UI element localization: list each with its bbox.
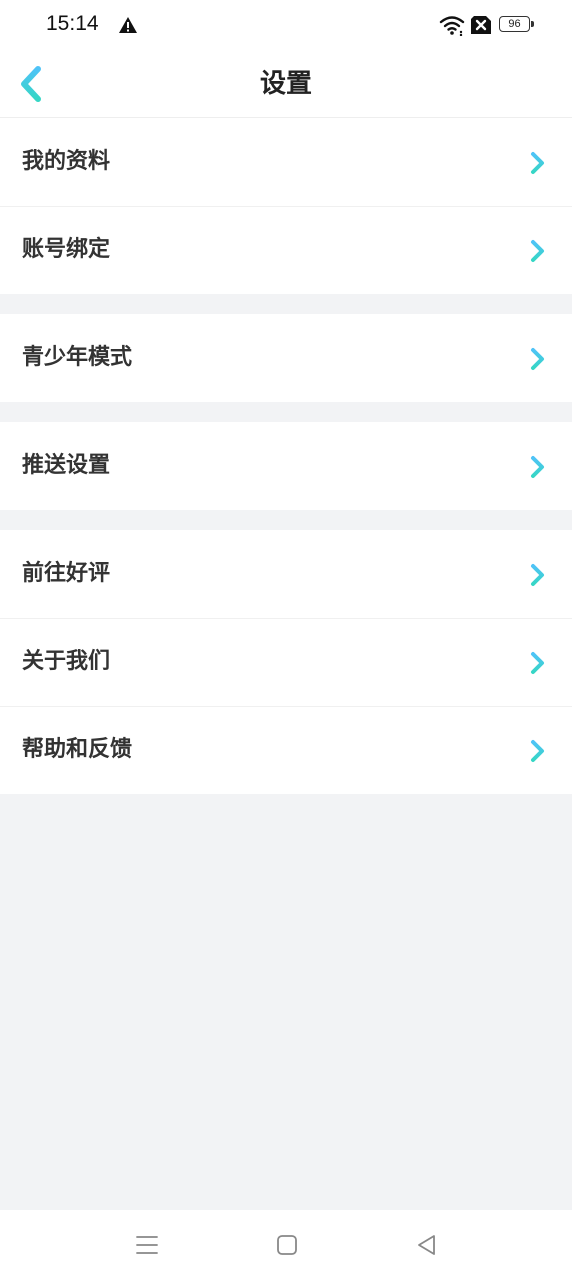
chevron-right-icon xyxy=(531,740,544,762)
settings-item-label: 前往好评 xyxy=(22,561,111,586)
menu-icon[interactable] xyxy=(132,1230,162,1260)
settings-item-label: 关于我们 xyxy=(22,649,111,674)
settings-item-label: 账号绑定 xyxy=(22,237,111,262)
page-title: 设置 xyxy=(259,69,312,99)
battery-level: 96 xyxy=(508,18,521,30)
settings-group-push: 推送设置 xyxy=(0,422,572,510)
chevron-right-icon xyxy=(531,456,544,478)
settings-item-label: 青少年模式 xyxy=(22,345,133,370)
chevron-right-icon xyxy=(531,348,544,370)
wifi-icon xyxy=(439,16,465,36)
settings-item-label: 我的资料 xyxy=(22,149,111,174)
settings-group-youth: 青少年模式 xyxy=(0,314,572,402)
settings-item-about-us[interactable]: 关于我们 xyxy=(0,618,572,706)
chevron-right-icon xyxy=(531,152,544,174)
settings-item-label: 帮助和反馈 xyxy=(22,737,133,762)
chevron-right-icon xyxy=(531,564,544,586)
settings-group-about: 前往好评 关于我们 帮助和反馈 xyxy=(0,530,572,794)
back-button[interactable] xyxy=(14,64,52,104)
battery-icon: 96 xyxy=(499,16,535,34)
settings-item-rate-app[interactable]: 前往好评 xyxy=(0,530,572,618)
settings-group-account: 我的资料 账号绑定 xyxy=(0,118,572,294)
sim-error-icon xyxy=(471,16,491,34)
system-nav-bar xyxy=(0,1210,572,1280)
chevron-right-icon xyxy=(531,652,544,674)
back-icon[interactable] xyxy=(412,1230,442,1260)
home-icon[interactable] xyxy=(272,1230,302,1260)
settings-item-help-feedback[interactable]: 帮助和反馈 xyxy=(0,706,572,794)
chevron-right-icon xyxy=(531,240,544,262)
status-time: 15:14 xyxy=(46,12,99,35)
warning-icon xyxy=(119,17,137,33)
app-header: 设置 xyxy=(0,52,572,118)
settings-item-youth-mode[interactable]: 青少年模式 xyxy=(0,314,572,402)
settings-item-account-binding[interactable]: 账号绑定 xyxy=(0,206,572,294)
status-bar: 15:14 96 xyxy=(0,0,572,52)
settings-item-label: 推送设置 xyxy=(22,453,111,478)
settings-item-push-settings[interactable]: 推送设置 xyxy=(0,422,572,510)
settings-item-my-profile[interactable]: 我的资料 xyxy=(0,118,572,206)
